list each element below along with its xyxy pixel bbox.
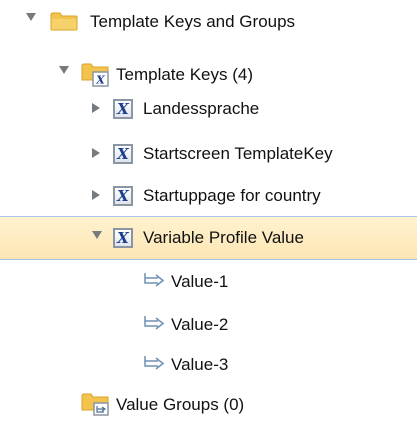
tree-node-label: Startuppage for country bbox=[143, 186, 321, 205]
tree-node-label: Landessprache bbox=[143, 99, 260, 118]
tree-node-value-1[interactable]: Value-1 bbox=[0, 260, 417, 300]
expand-toggle-icon[interactable] bbox=[92, 231, 102, 239]
expand-toggle-icon[interactable] bbox=[92, 148, 100, 158]
folder-icon bbox=[50, 12, 78, 31]
value-arrow-icon bbox=[144, 356, 165, 370]
tree-node-value-3[interactable]: Value-3 bbox=[0, 343, 417, 383]
tree-node-label: Value-3 bbox=[171, 355, 229, 374]
tree-node-label: Variable Profile Value bbox=[143, 228, 304, 247]
tree-node-label: Template Keys (4) bbox=[116, 65, 253, 84]
tree-node-template-keys[interactable]: X Template Keys (4) bbox=[0, 53, 417, 93]
tree-node-label: Value-1 bbox=[171, 272, 229, 291]
tree-node-template-keys-and-groups[interactable]: Template Keys and Groups bbox=[0, 0, 417, 40]
template-key-icon: X bbox=[113, 99, 133, 119]
tree-node-label: Value Groups (0) bbox=[116, 395, 245, 414]
expand-toggle-icon[interactable] bbox=[92, 190, 100, 200]
value-arrow-icon bbox=[144, 316, 165, 330]
template-key-icon: X bbox=[113, 228, 133, 248]
tree-node-label: Startscreen TemplateKey bbox=[143, 144, 333, 163]
template-key-icon: X bbox=[113, 186, 133, 206]
tree-node-variable-profile-value[interactable]: X Variable Profile Value bbox=[0, 216, 417, 260]
tree-node-value-groups[interactable]: Value Groups (0) bbox=[0, 383, 417, 423]
tree-node-value-2[interactable]: Value-2 bbox=[0, 303, 417, 343]
expand-toggle-icon[interactable] bbox=[26, 13, 36, 21]
template-key-icon: X bbox=[113, 144, 133, 164]
expand-toggle-icon[interactable] bbox=[92, 103, 100, 113]
svg-text:X: X bbox=[95, 74, 105, 87]
tree-node-label: Value-2 bbox=[171, 315, 229, 334]
tree-node-label: Template Keys and Groups bbox=[90, 12, 296, 31]
tree-node-landessprache[interactable]: X Landessprache bbox=[0, 88, 417, 128]
expand-toggle-icon[interactable] bbox=[59, 66, 69, 74]
template-keys-folder-icon: X bbox=[81, 63, 109, 87]
value-arrow-icon bbox=[144, 273, 165, 287]
value-groups-folder-icon bbox=[81, 393, 109, 416]
tree-node-startuppage-for-country[interactable]: X Startuppage for country bbox=[0, 175, 417, 215]
tree-node-startscreen-templatekey[interactable]: X Startscreen TemplateKey bbox=[0, 133, 417, 173]
